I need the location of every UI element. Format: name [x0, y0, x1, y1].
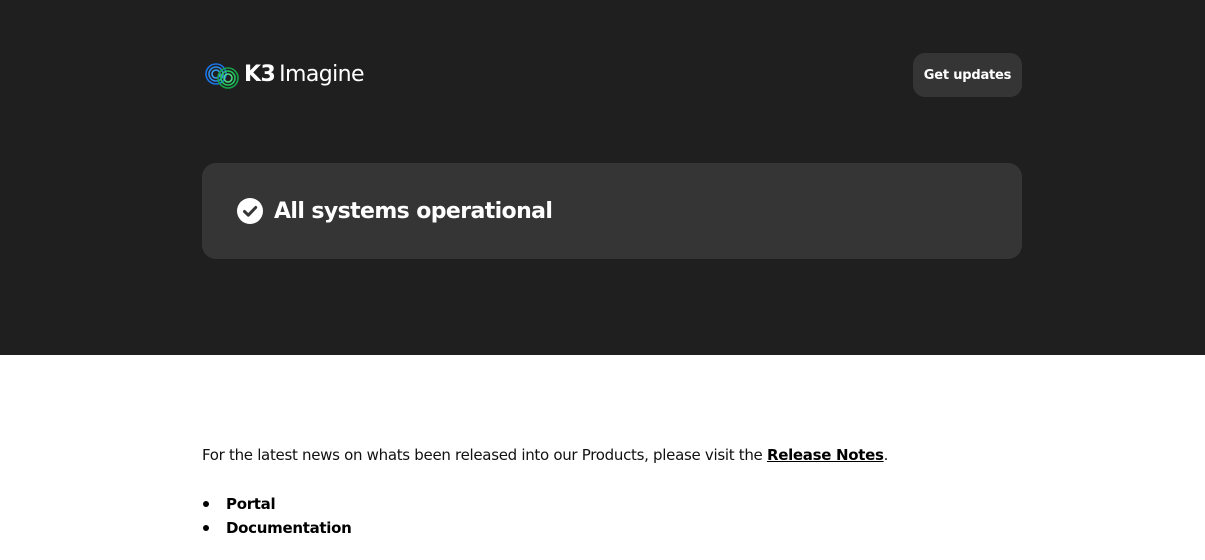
intro-suffix: .	[883, 446, 889, 464]
logo-wordmark: K3 Imagine	[244, 56, 365, 94]
main-content: For the latest news on whats been releas…	[202, 444, 1022, 540]
list-item-documentation[interactable]: Documentation	[202, 516, 1022, 540]
logo-imagine: Imagine	[279, 62, 364, 87]
release-notes-intro: For the latest news on whats been releas…	[202, 444, 1022, 466]
portal-link[interactable]: Portal	[226, 495, 276, 513]
k3-imagine-logo[interactable]: K3 Imagine	[204, 56, 365, 94]
status-text: All systems operational	[274, 198, 553, 224]
hero-header: K3 Imagine Get updates All systems operat…	[0, 0, 1205, 355]
check-circle-icon	[237, 198, 263, 224]
bullet-icon	[203, 525, 209, 531]
intro-text: For the latest news on whats been releas…	[202, 446, 767, 464]
resource-links: Portal Documentation	[202, 492, 1022, 540]
list-item-portal[interactable]: Portal	[202, 492, 1022, 516]
get-updates-button[interactable]: Get updates	[913, 53, 1022, 97]
release-notes-link[interactable]: Release Notes	[767, 446, 884, 464]
status-banner: All systems operational	[202, 163, 1022, 259]
bullet-icon	[203, 501, 209, 507]
documentation-link[interactable]: Documentation	[226, 519, 352, 537]
k3-logo-icon	[205, 63, 239, 89]
logo-k3: K3	[244, 62, 276, 87]
